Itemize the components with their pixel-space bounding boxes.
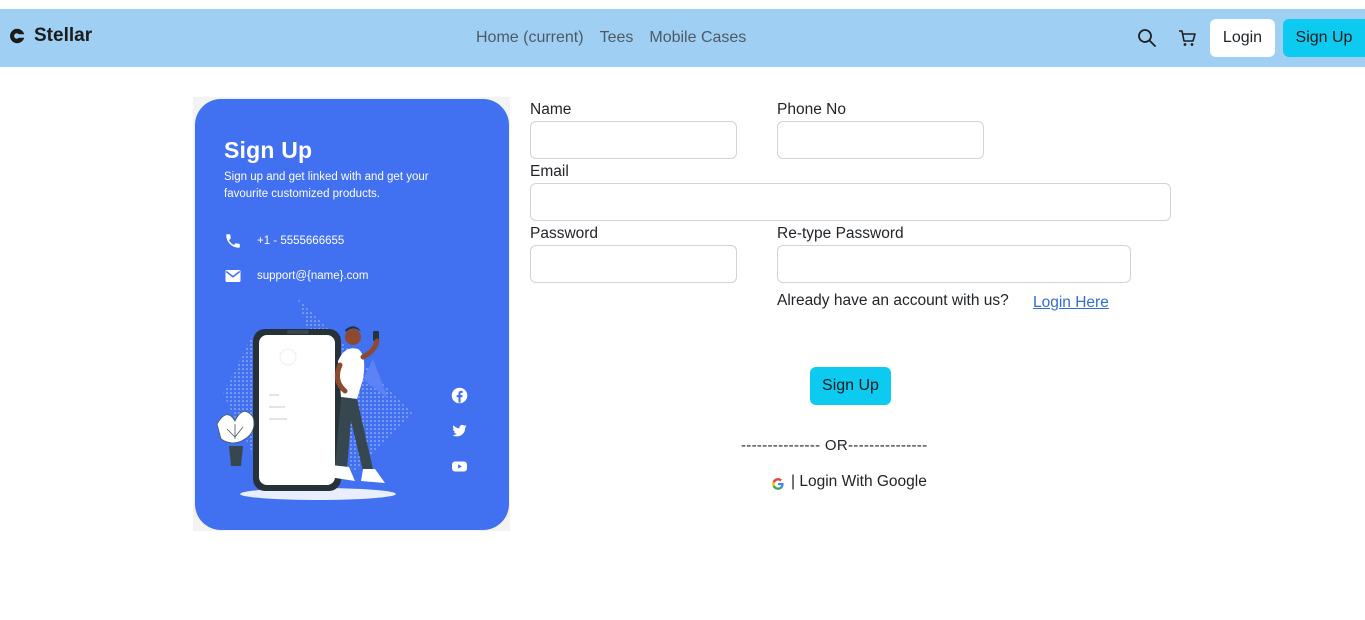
nav-links: Home (current) Tees Mobile Cases bbox=[476, 29, 746, 47]
google-icon bbox=[772, 477, 784, 490]
nav-link-home[interactable]: Home (current) bbox=[476, 29, 584, 47]
cart-icon[interactable] bbox=[1177, 28, 1197, 48]
search-icon[interactable] bbox=[1137, 28, 1157, 48]
name-label: Name bbox=[530, 101, 572, 118]
youtube-icon[interactable] bbox=[451, 458, 468, 475]
contact-phone: +1 - 5555666655 bbox=[224, 232, 344, 250]
facebook-icon[interactable] bbox=[451, 387, 468, 404]
signup-submit-button[interactable]: Sign Up bbox=[810, 367, 891, 405]
edge-logo-icon bbox=[10, 28, 25, 44]
email-label: Email bbox=[530, 163, 569, 180]
card-subtitle: Sign up and get linked with and get your… bbox=[224, 171, 429, 200]
name-input[interactable] bbox=[530, 121, 737, 159]
signup-info-card: Sign Up Sign up and get linked with and … bbox=[195, 99, 509, 530]
already-account-text: Already have an account with us? bbox=[777, 292, 1009, 309]
navbar-login-button[interactable]: Login bbox=[1210, 19, 1275, 57]
password-label: Password bbox=[530, 225, 599, 242]
contact-phone-text: +1 - 5555666655 bbox=[257, 235, 345, 247]
phone-person-illustration bbox=[216, 299, 413, 500]
brand[interactable]: Stellar bbox=[8, 25, 92, 47]
navbar: Stellar Home (current) Tees Mobile Cases… bbox=[0, 9, 1365, 67]
email-input[interactable] bbox=[530, 183, 1171, 221]
or-divider: --------------- OR--------------- bbox=[741, 437, 928, 454]
phone-input[interactable] bbox=[777, 121, 984, 159]
contact-email-text: support@{name}.com bbox=[257, 270, 369, 282]
phone-icon bbox=[226, 234, 240, 248]
phone-label: Phone No bbox=[777, 101, 846, 118]
nav-link-mobile-cases[interactable]: Mobile Cases bbox=[649, 29, 746, 47]
login-here-link[interactable]: Login Here bbox=[1033, 294, 1109, 312]
password-input[interactable] bbox=[530, 245, 737, 283]
top-strip bbox=[0, 0, 1365, 9]
nav-link-tees[interactable]: Tees bbox=[600, 29, 634, 47]
retype-password-input[interactable] bbox=[777, 245, 1131, 283]
contact-email: support@{name}.com bbox=[224, 267, 368, 285]
retype-password-label: Re-type Password bbox=[777, 225, 904, 242]
google-login-button[interactable]: | Login With Google bbox=[771, 473, 927, 491]
card-title: Sign Up bbox=[224, 137, 313, 163]
navbar-signup-button[interactable]: Sign Up bbox=[1283, 19, 1365, 57]
mail-icon bbox=[225, 270, 241, 282]
google-login-label: | Login With Google bbox=[791, 473, 927, 490]
twitter-icon[interactable] bbox=[451, 422, 468, 439]
brand-name: Stellar bbox=[34, 25, 93, 46]
